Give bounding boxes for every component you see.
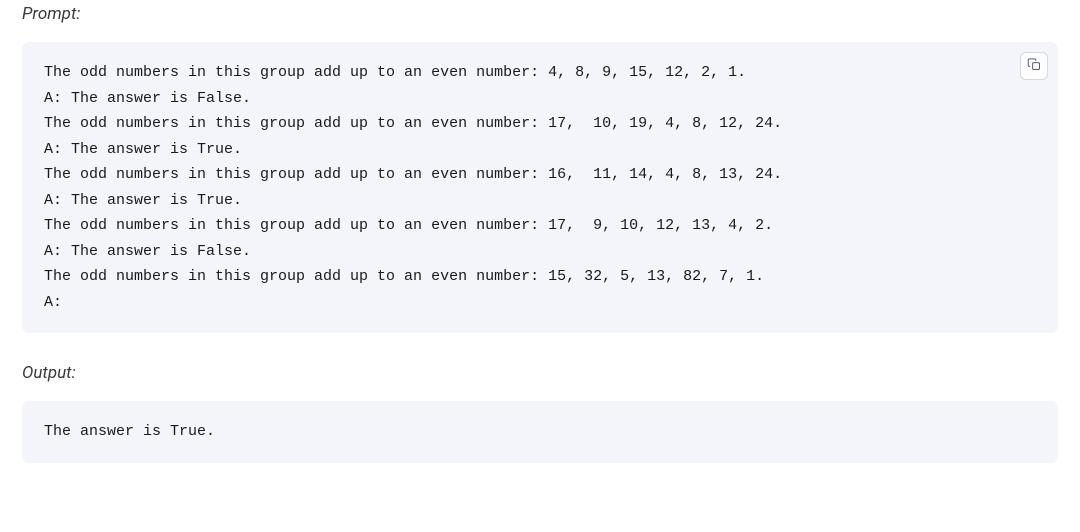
copy-icon <box>1027 57 1042 76</box>
copy-button[interactable] <box>1020 52 1048 80</box>
prompt-code-content: The odd numbers in this group add up to … <box>44 60 1036 315</box>
output-code-content: The answer is True. <box>44 419 1036 445</box>
output-code-block: The answer is True. <box>22 401 1058 463</box>
prompt-label: Prompt: <box>22 4 1058 24</box>
prompt-code-block: The odd numbers in this group add up to … <box>22 42 1058 333</box>
output-label: Output: <box>22 363 1058 383</box>
